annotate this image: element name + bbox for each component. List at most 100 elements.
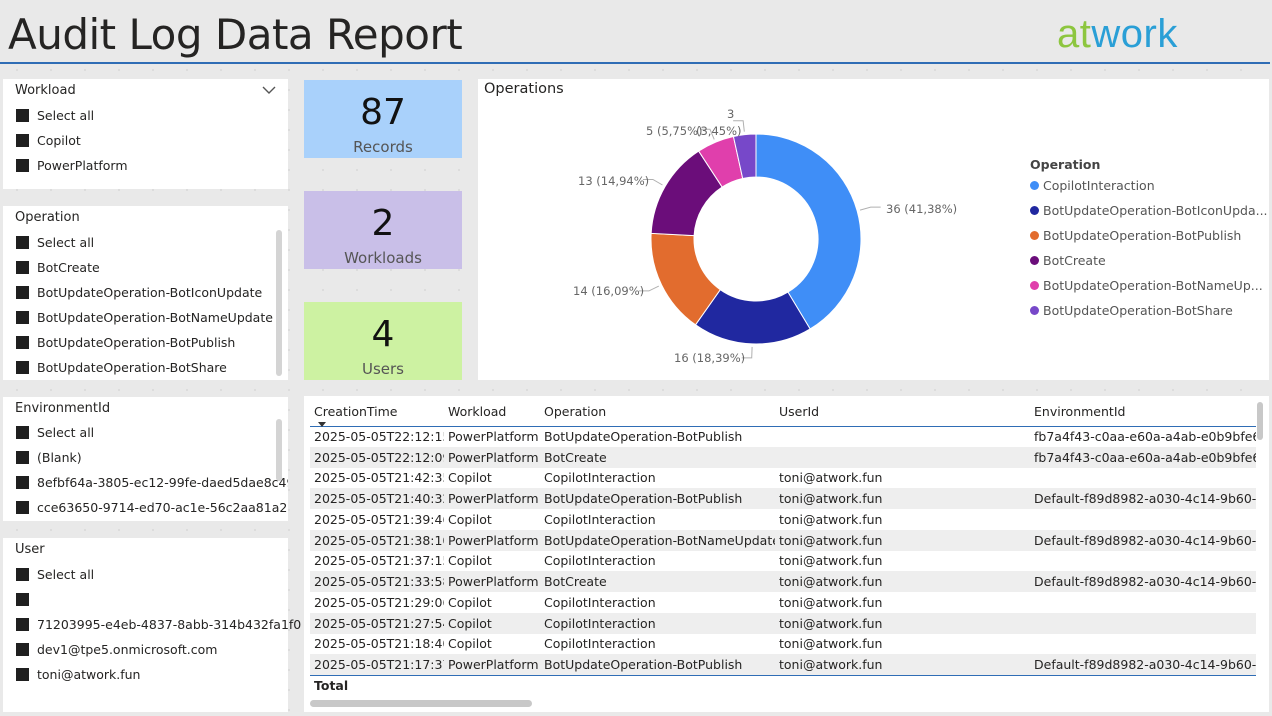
slicer-item[interactable]: Copilot: [15, 128, 128, 153]
col-header-creationtime[interactable]: CreationTime: [310, 398, 444, 426]
table-body: 2025-05-05T22:12:15 PowerPlatform BotUpdat…: [310, 426, 1256, 675]
slicer-item-label: Select all: [37, 567, 95, 582]
slicer-item[interactable]: BotUpdateOperation-BotIconUpdate: [15, 280, 273, 305]
checkbox[interactable]: [16, 159, 29, 172]
slice-data-label: 14 (16,09%): [573, 284, 644, 298]
table-row[interactable]: 2025-05-05T21:38:10 PowerPlatform BotUpdat…: [310, 529, 1256, 551]
checkbox[interactable]: [16, 451, 29, 464]
table-cell: PowerPlatform: [444, 446, 540, 468]
slicer-scrollbar[interactable]: [276, 419, 282, 481]
legend-item[interactable]: BotUpdateOperation-BotPublish: [1030, 228, 1241, 243]
slicer-item[interactable]: 8efbf64a-3805-ec12-99fe-daed5dae8c49: [15, 470, 288, 495]
table-cell: 2025-05-05T21:37:15: [314, 553, 444, 569]
checkbox[interactable]: [16, 568, 29, 581]
table-row[interactable]: 2025-05-05T22:12:09 PowerPlatform BotCreat…: [310, 446, 1256, 468]
checkbox[interactable]: [16, 668, 29, 681]
slicer-item[interactable]: [15, 587, 301, 612]
slicer-item[interactable]: BotCreate: [15, 255, 273, 280]
users-value: 4: [371, 314, 395, 355]
table-cell: PowerPlatform: [448, 429, 539, 445]
user-slicer: User Select all 71203995-e4eb-4837-8abb-…: [3, 538, 301, 712]
legend-item[interactable]: BotUpdateOperation-BotNameUp...: [1030, 278, 1263, 293]
checkbox[interactable]: [16, 618, 29, 631]
table-cell: toni@atwork.fun: [779, 636, 883, 652]
table-cell: [1030, 468, 1256, 489]
col-header-environmentid[interactable]: EnvironmentId: [1030, 398, 1256, 426]
workloads-value: 2: [371, 203, 395, 244]
slicer-item[interactable]: BotUpdateOperation-BotPublish: [15, 330, 273, 355]
legend-item[interactable]: CopilotInteraction: [1030, 178, 1155, 193]
table-row[interactable]: 2025-05-05T21:39:46 Copilot CopilotInterac…: [310, 509, 1256, 530]
slicer-item[interactable]: PowerPlatform: [15, 153, 128, 178]
checkbox[interactable]: [16, 261, 29, 274]
col-header-operation[interactable]: Operation: [540, 398, 775, 426]
table-cell: BotUpdateOperation-BotPublish: [540, 488, 775, 509]
checkbox[interactable]: [16, 501, 29, 514]
slicer-item-list: Select all BotCreate BotUpdateOperation-…: [15, 230, 273, 380]
slicer-item[interactable]: Select all: [15, 420, 288, 445]
checkbox[interactable]: [16, 236, 29, 249]
table-row[interactable]: 2025-05-05T22:12:15 PowerPlatform BotUpdat…: [310, 426, 1256, 447]
table-cell: 2025-05-05T21:42:35: [314, 470, 444, 486]
legend-item[interactable]: BotUpdateOperation-BotIconUpda...: [1030, 203, 1268, 218]
table-row[interactable]: 2025-05-05T21:40:32 PowerPlatform BotUpdat…: [310, 488, 1256, 509]
table-cell: toni@atwork.fun: [779, 594, 883, 610]
slicer-item[interactable]: (Blank): [15, 445, 288, 470]
slicer-item[interactable]: 71203995-e4eb-4837-8abb-314b432fa1f0: [15, 612, 301, 637]
users-card: 4 Users: [304, 302, 462, 380]
table-cell: CopilotInteraction: [544, 553, 656, 569]
table-horizontal-scrollbar[interactable]: [310, 700, 532, 707]
chevron-down-icon[interactable]: [262, 85, 276, 95]
checkbox[interactable]: [16, 134, 29, 147]
table-row[interactable]: 2025-05-05T21:37:15 Copilot CopilotInterac…: [310, 551, 1256, 572]
checkbox[interactable]: [16, 361, 29, 374]
slicer-item-label: cce63650-9714-ed70-ac1e-56c2aa81a24d: [37, 500, 288, 515]
slicer-item-label: BotUpdateOperation-BotShare: [37, 360, 227, 375]
table-cell: 2025-05-05T21:40:32: [310, 488, 444, 509]
slicer-item[interactable]: dev1@tpe5.onmicrosoft.com: [15, 637, 301, 662]
table-vertical-scrollbar[interactable]: [1257, 402, 1263, 440]
col-header-workload[interactable]: Workload: [444, 398, 540, 426]
slicer-item[interactable]: Select all: [15, 230, 273, 255]
slicer-item-label: BotCreate: [37, 260, 100, 275]
table-cell: Copilot: [448, 511, 492, 527]
table-cell: [1030, 509, 1256, 530]
slicer-item[interactable]: Select all: [15, 562, 301, 587]
table-cell: Copilot: [444, 612, 540, 634]
col-header-userid[interactable]: UserId: [775, 398, 1030, 426]
table-cell: toni@atwork.fun: [779, 553, 883, 569]
table-cell: toni@atwork.fun: [775, 571, 1030, 592]
slicer-item-list: Select all (Blank) 8efbf64a-3805-ec12-99…: [15, 420, 288, 520]
table-row[interactable]: 2025-05-05T21:33:58 PowerPlatform BotCreat…: [310, 571, 1256, 592]
table-cell: [1030, 592, 1256, 613]
checkbox[interactable]: [16, 593, 29, 606]
slicer-item[interactable]: Select all: [15, 103, 128, 128]
checkbox[interactable]: [16, 426, 29, 439]
legend-item[interactable]: BotCreate: [1030, 253, 1106, 268]
checkbox[interactable]: [16, 643, 29, 656]
legend-marker: [1030, 256, 1039, 265]
table-row[interactable]: 2025-05-05T21:29:06 Copilot CopilotInterac…: [310, 592, 1256, 613]
legend-item[interactable]: BotUpdateOperation-BotShare: [1030, 303, 1233, 318]
slicer-item[interactable]: BotUpdateOperation-BotNameUpdate: [15, 305, 273, 330]
table-cell: Default-f89d8982-a030-4c14-9b60-8d: [1030, 529, 1256, 551]
slice-data-label: 3: [727, 107, 734, 121]
slicer-item[interactable]: cce63650-9714-ed70-ac1e-56c2aa81a24d: [15, 495, 288, 520]
table-row[interactable]: 2025-05-05T21:18:40 Copilot CopilotInterac…: [310, 634, 1256, 655]
checkbox[interactable]: [16, 109, 29, 122]
table-cell: [1030, 612, 1256, 634]
table-cell: [1030, 551, 1256, 572]
table-row[interactable]: 2025-05-05T21:27:54 Copilot CopilotInterac…: [310, 612, 1256, 634]
table-row[interactable]: 2025-05-05T21:17:37 PowerPlatform BotUpdat…: [310, 654, 1256, 675]
checkbox[interactable]: [16, 286, 29, 299]
slicer-item[interactable]: toni@atwork.fun: [15, 662, 301, 687]
checkbox[interactable]: [16, 476, 29, 489]
sort-descending-icon[interactable]: [318, 422, 326, 427]
checkbox[interactable]: [16, 311, 29, 324]
table-row[interactable]: 2025-05-05T21:42:35 Copilot CopilotInterac…: [310, 468, 1256, 489]
slicer-item-list: Select all Copilot PowerPlatform: [15, 103, 128, 178]
checkbox[interactable]: [16, 336, 29, 349]
slicer-scrollbar[interactable]: [276, 230, 282, 376]
slicer-item-label: Copilot: [37, 133, 81, 148]
slicer-item[interactable]: BotUpdateOperation-BotShare: [15, 355, 273, 380]
